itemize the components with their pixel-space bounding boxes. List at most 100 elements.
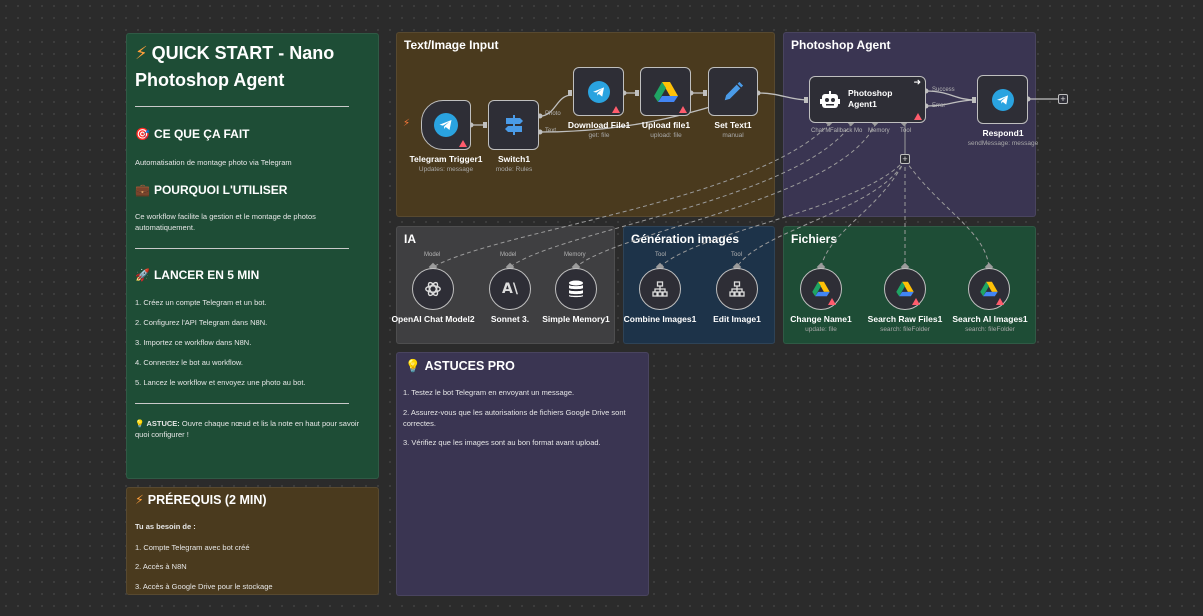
- quickstart-note[interactable]: ⚡ QUICK START - Nano Photoshop Agent 🎯 CE …: [126, 33, 379, 479]
- robot-icon: [820, 91, 840, 108]
- node-label: Sonnet 3.: [490, 314, 530, 324]
- node-subtitle: search: fileFolder: [880, 326, 930, 333]
- warning-icon: [914, 113, 922, 120]
- node-label: Edit Image1: [713, 314, 761, 324]
- warning-icon: [828, 298, 836, 305]
- divider: [135, 403, 349, 404]
- node-combine-images[interactable]: [639, 268, 681, 310]
- port-label-model: Model: [424, 252, 441, 258]
- node-sonnet[interactable]: A\: [489, 268, 531, 310]
- database-icon: [569, 280, 583, 298]
- warning-icon: [912, 298, 920, 305]
- node-search-raw-files[interactable]: [884, 268, 926, 310]
- node-set-text[interactable]: [708, 67, 758, 116]
- telegram-icon: [991, 88, 1014, 111]
- node-subtitle: mode: Rules: [495, 166, 533, 173]
- quickstart-title-line2: Photoshop Agent: [135, 70, 285, 90]
- port-label-model: Model: [500, 252, 517, 258]
- section-why-title: 💼 POURQUOI L'UTILISER: [135, 183, 288, 197]
- input-label-chat-model: Chat M: [811, 128, 831, 134]
- sitemap-icon: [729, 281, 745, 297]
- group-title: IA: [404, 232, 416, 246]
- node-simple-memory[interactable]: [555, 268, 597, 310]
- node-label: Set Text1: [714, 120, 752, 130]
- astuces-title: 💡 ASTUCES PRO: [405, 359, 515, 373]
- node-label: Download File1: [567, 120, 631, 130]
- node-photoshop-agent[interactable]: Photoshop Agent1 ➜: [809, 76, 926, 123]
- node-label: Simple Memory1: [542, 314, 610, 324]
- section-launch-title: 🚀 LANCER EN 5 MIN: [135, 268, 260, 282]
- add-tool-button[interactable]: +: [900, 154, 910, 164]
- node-label: Search AI Images1: [952, 314, 1028, 324]
- google-drive-icon: [812, 281, 830, 297]
- node-subtitle: manual: [722, 132, 744, 139]
- arrow-right-icon: ➜: [913, 77, 921, 87]
- input-label-fallback: Fallback Mo: [830, 128, 863, 134]
- port-label-memory: Memory: [564, 252, 586, 258]
- warning-icon: [459, 140, 467, 147]
- astuces-item-1: 1. Testez le bot Telegram en envoyant un…: [403, 388, 575, 397]
- lightning-icon: ⚡: [135, 43, 148, 63]
- add-node-button[interactable]: +: [1058, 94, 1068, 104]
- warning-icon: [679, 106, 687, 113]
- quickstart-title: ⚡ QUICK START - Nano Photoshop Agent: [135, 40, 334, 94]
- google-drive-icon: [896, 281, 914, 297]
- target-icon: 🎯: [135, 127, 150, 141]
- node-label: Photoshop Agent1: [848, 88, 893, 109]
- node-subtitle: search: fileFolder: [965, 326, 1015, 333]
- node-edit-image[interactable]: [716, 268, 758, 310]
- step-2: 2. Configurez l'API Telegram dans N8N.: [135, 318, 268, 327]
- node-subtitle: update: file: [805, 326, 837, 333]
- prereq-title: ⚡ PRÉREQUIS (2 MIN): [135, 493, 267, 507]
- node-label: Search Raw Files1: [867, 314, 943, 324]
- rocket-icon: 🚀: [135, 268, 150, 282]
- node-telegram-trigger[interactable]: [421, 100, 471, 150]
- section-what-text: Automatisation de montage photo via Tele…: [135, 158, 292, 167]
- node-switch[interactable]: [488, 100, 539, 150]
- node-subtitle: sendMessage: message: [967, 140, 1039, 147]
- telegram-icon: [434, 113, 458, 137]
- step-1: 1. Créez un compte Telegram et un bot.: [135, 298, 267, 307]
- group-title: Génération images: [631, 232, 740, 246]
- output-label-text: Text: [545, 128, 557, 134]
- node-subtitle: get: file: [588, 132, 610, 139]
- port-label-tool: Tool: [655, 252, 667, 258]
- sitemap-icon: [652, 281, 668, 297]
- bulb-icon: 💡: [135, 419, 145, 428]
- node-openai-chat-model[interactable]: [412, 268, 454, 310]
- step-3: 3. Importez ce workflow dans N8N.: [135, 338, 252, 347]
- node-download-file[interactable]: [573, 67, 624, 116]
- astuces-item-2: 2. Assurez-vous que les autorisations de…: [403, 408, 626, 428]
- warning-icon: [612, 106, 620, 113]
- anthropic-icon: A\: [502, 281, 518, 297]
- quickstart-title-line1: QUICK START - Nano: [151, 43, 335, 63]
- output-label-error: Error: [932, 103, 946, 109]
- lightning-icon: ⚡: [135, 493, 144, 507]
- output-label-photo: Photo: [545, 111, 561, 117]
- node-label: Switch1: [497, 154, 531, 164]
- step-5: 5. Lancez le workflow et envoyez une pho…: [135, 378, 306, 387]
- node-label: Respond1: [982, 128, 1024, 138]
- group-title: Text/Image Input: [404, 38, 499, 52]
- astuces-note[interactable]: 💡 ASTUCES PRO 1. Testez le bot Telegram e…: [396, 352, 649, 596]
- google-drive-icon: [653, 81, 678, 102]
- openai-icon: [425, 281, 441, 297]
- node-respond[interactable]: [977, 75, 1028, 124]
- pencil-icon: [724, 81, 744, 100]
- divider: [135, 106, 349, 107]
- node-search-ai-images[interactable]: [968, 268, 1010, 310]
- bulb-icon: 💡: [405, 359, 421, 373]
- input-label-tool: Tool: [900, 128, 912, 134]
- signpost-icon: [504, 115, 523, 135]
- node-change-name[interactable]: [800, 268, 842, 310]
- divider: [135, 248, 349, 249]
- input-label-memory: Memory: [868, 128, 890, 134]
- group-photoshop-agent[interactable]: Photoshop Agent: [783, 32, 1036, 217]
- node-label: Combine Images1: [623, 314, 697, 324]
- node-label: OpenAI Chat Model2: [391, 314, 475, 324]
- node-label: Change Name1: [790, 314, 852, 324]
- section-what-title: 🎯 CE QUE ÇA FAIT: [135, 127, 250, 141]
- prereq-intro: Tu as besoin de :: [135, 522, 196, 531]
- prereq-note[interactable]: ⚡ PRÉREQUIS (2 MIN) Tu as besoin de : 1. …: [126, 487, 379, 595]
- node-upload-file[interactable]: [640, 67, 691, 116]
